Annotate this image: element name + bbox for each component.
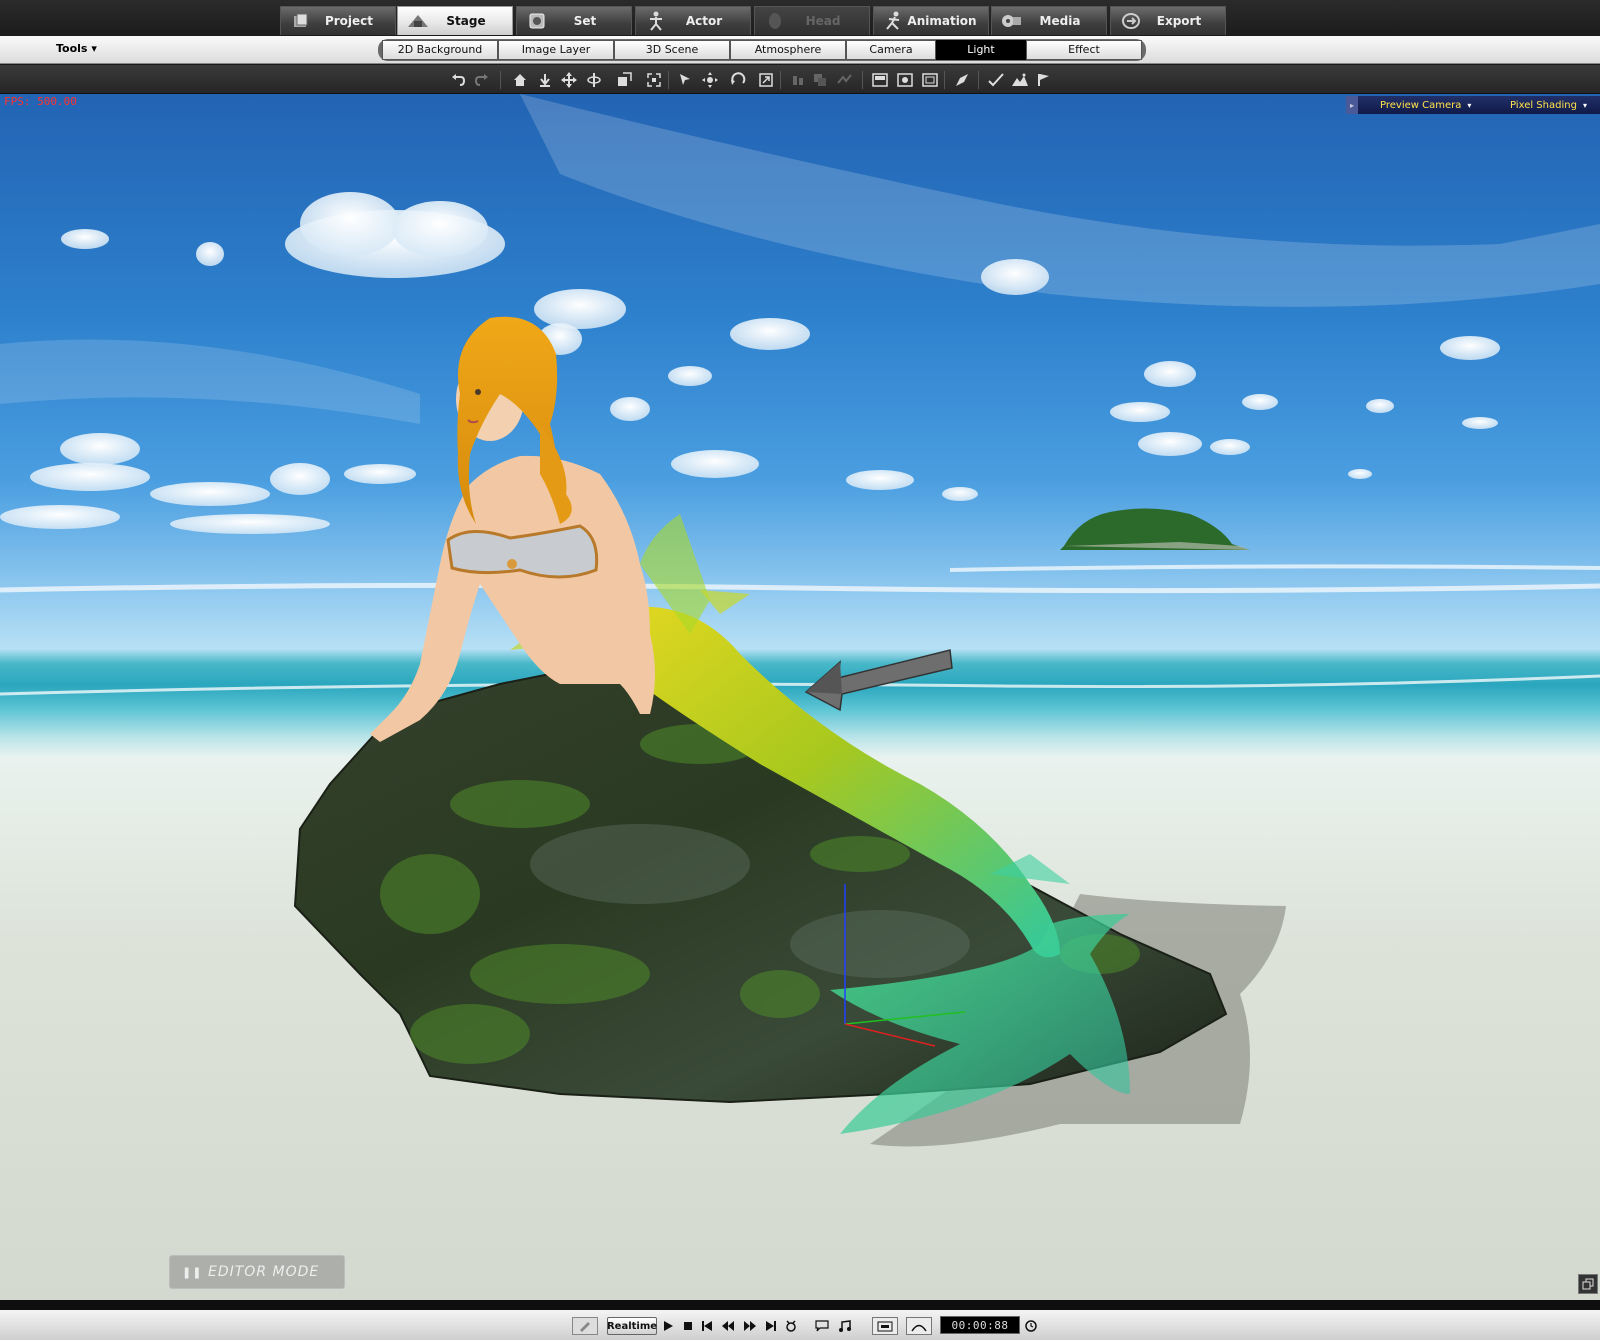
subtab-effect[interactable]: Effect [1026,40,1142,60]
tab-stage[interactable]: Stage [397,6,513,35]
home-icon[interactable] [510,70,530,90]
fast-forward-icon[interactable] [742,1317,758,1335]
scene-render [0,94,1600,1147]
3d-viewport[interactable]: FPS: 500.00 ▸ Preview Camera ▾ Pixel Sha… [0,94,1600,1300]
play-icon[interactable] [661,1317,675,1335]
chevron-down-icon: ▾ [1467,100,1472,110]
zoom-icon[interactable] [756,70,776,90]
select-icon[interactable] [676,70,696,90]
tab-media[interactable]: Media [991,6,1107,35]
project-icon [289,10,313,32]
subtab-2d-background[interactable]: 2D Background [382,40,498,60]
tab-export[interactable]: Export [1110,6,1226,35]
go-to-end-icon[interactable] [764,1317,778,1335]
undo-icon[interactable] [448,70,468,90]
scale-icon[interactable] [614,70,634,90]
stage-sub-tabs: 2D Background Image Layer 3D Scene Atmos… [378,39,1146,61]
camera-select-label: Preview Camera [1380,99,1462,111]
view-camera-icon[interactable] [895,70,915,90]
record-icon[interactable] [872,1317,898,1335]
rotate-icon[interactable] [584,70,604,90]
go-to-start-icon[interactable] [700,1317,714,1335]
tab-actor-label: Actor [685,14,723,28]
tools-menu[interactable]: Tools ▾ [56,42,97,55]
playback-controls: Realtime 00:00:88 [0,1310,1600,1340]
paint-icon[interactable] [952,70,972,90]
copy-icon[interactable] [810,70,830,90]
speech-icon[interactable] [813,1317,831,1335]
export-icon [1119,10,1143,32]
tab-export-label: Export [1156,14,1202,28]
shading-select-label: Pixel Shading [1510,99,1577,111]
tab-head-label: Head [805,14,841,28]
timeline-icon[interactable] [906,1317,932,1335]
editor-mode-badge[interactable]: ❚❚ EDITOR MODE [169,1255,345,1289]
playback-bar: Realtime 00:00:88 [0,1300,1600,1340]
editor-mode-label: EDITOR MODE [208,1264,320,1280]
stage-icon [406,10,430,32]
terrain-icon[interactable] [1010,70,1030,90]
subtab-light[interactable]: Light [936,40,1026,60]
chevron-down-icon: ▾ [1582,100,1587,110]
set-icon [525,10,549,32]
animation-icon [882,10,906,32]
pan-icon[interactable] [700,70,720,90]
link-icon[interactable] [834,70,854,90]
timecode-display[interactable]: 00:00:88 [940,1316,1020,1334]
expand-icon[interactable]: ▸ [1346,96,1358,114]
drop-to-ground-icon[interactable] [535,70,555,90]
chevron-down-icon: ▾ [91,42,97,55]
clock-icon[interactable] [1024,1317,1038,1335]
tab-set-label: Set [573,14,597,28]
stop-icon[interactable] [681,1317,695,1335]
orbit-icon[interactable] [728,70,748,90]
actor-icon [644,10,668,32]
view-single-icon[interactable] [870,70,890,90]
viewport-toolbar [0,65,1600,94]
tab-set[interactable]: Set [516,6,632,35]
view-controls: ▸ Preview Camera ▾ Pixel Shading ▾ [1346,96,1600,114]
pause-icon: ❚❚ [182,1265,203,1279]
redo-icon[interactable] [472,70,492,90]
media-icon [1000,10,1024,32]
tab-project[interactable]: Project [280,6,396,35]
fps-readout: FPS: 500.00 [4,95,77,108]
tab-stage-label: Stage [446,14,486,28]
move-icon[interactable] [559,70,579,90]
align-icon[interactable] [788,70,808,90]
head-icon [763,10,787,32]
music-icon[interactable] [836,1317,854,1335]
edit-pencil-icon[interactable] [572,1317,598,1335]
tab-media-label: Media [1039,14,1081,28]
view-quad-icon[interactable] [920,70,940,90]
loop-icon[interactable] [783,1317,799,1335]
main-tab-bar: Project Stage Set Actor Head Animation M… [0,0,1600,36]
subtab-camera[interactable]: Camera [846,40,936,60]
realtime-button[interactable]: Realtime [607,1317,657,1335]
restore-window-icon[interactable] [1578,1274,1598,1294]
rewind-icon[interactable] [720,1317,736,1335]
camera-select[interactable]: Preview Camera ▾ [1380,100,1496,111]
tools-menu-label: Tools [56,42,88,55]
tab-animation[interactable]: Animation [873,6,989,35]
subtab-atmosphere[interactable]: Atmosphere [730,40,846,60]
app-window: Project Stage Set Actor Head Animation M… [0,0,1600,1340]
tab-project-label: Project [324,14,374,28]
tab-animation-label: Animation [907,14,977,28]
subtab-3d-scene[interactable]: 3D Scene [614,40,730,60]
subtab-image-layer[interactable]: Image Layer [498,40,614,60]
fit-icon[interactable] [644,70,664,90]
shading-select[interactable]: Pixel Shading ▾ [1510,100,1587,111]
tab-head[interactable]: Head [754,6,870,35]
check-icon[interactable] [986,70,1006,90]
tab-actor[interactable]: Actor [635,6,751,35]
sub-tab-bar: Tools ▾ 2D Background Image Layer 3D Sce… [0,36,1600,64]
flag-icon[interactable] [1034,70,1054,90]
